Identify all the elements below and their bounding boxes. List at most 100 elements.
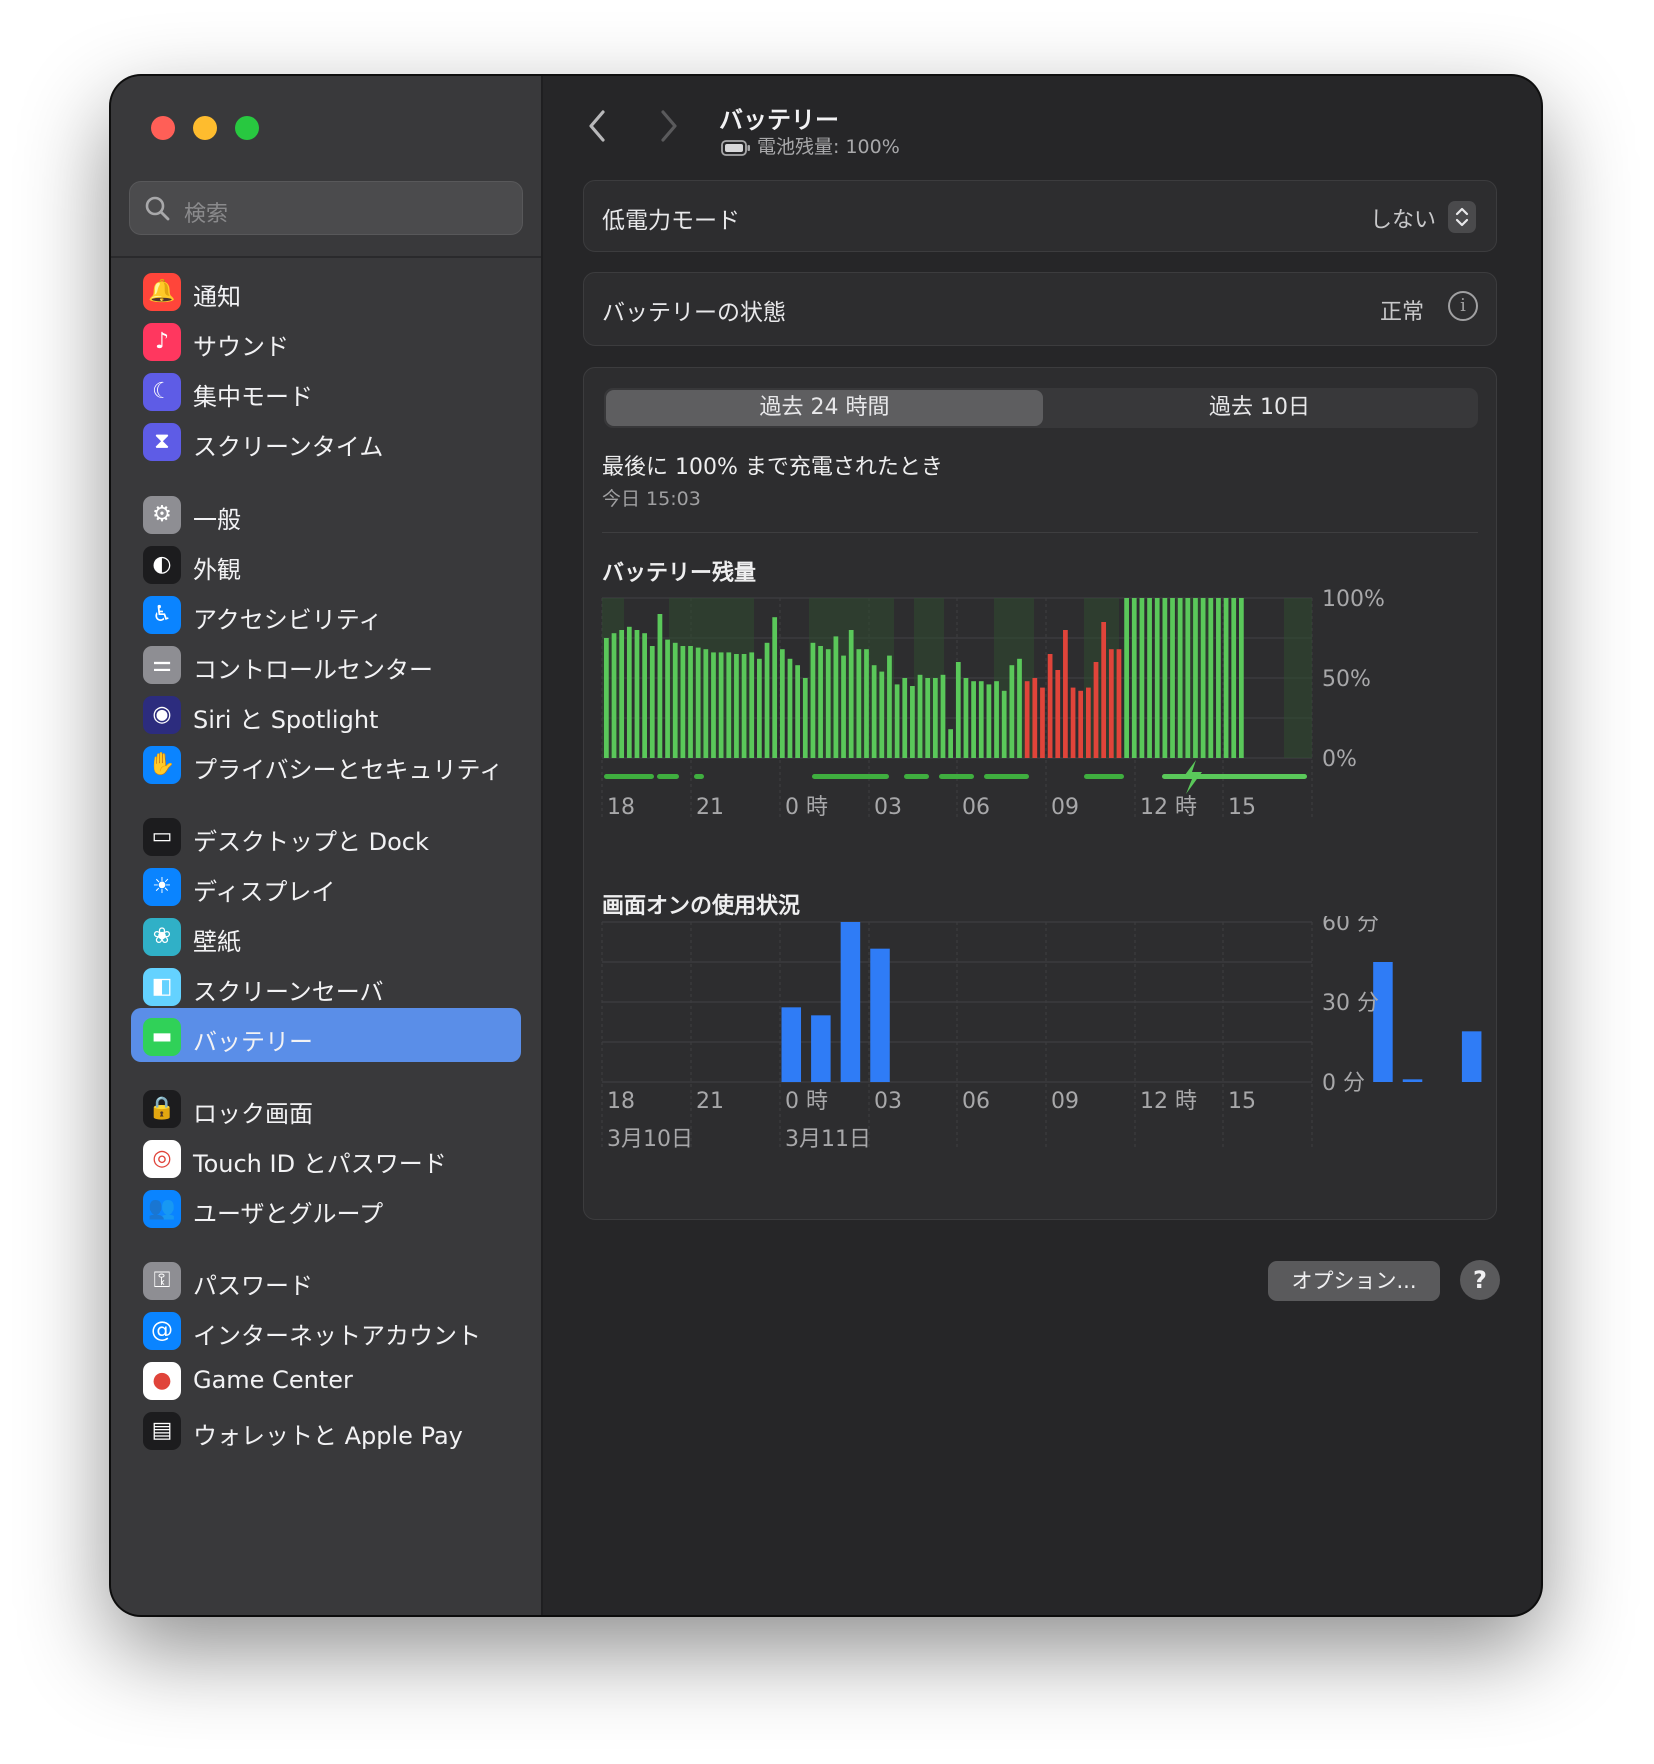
sidebar-item[interactable]: ▭ デスクトップと Dock xyxy=(131,808,521,862)
charging-indicator xyxy=(1084,774,1124,779)
sidebar-item[interactable]: ⚙ 一般 xyxy=(131,486,521,540)
battery-bar xyxy=(1032,678,1038,758)
sidebar-item[interactable]: @ インターネットアカウント xyxy=(131,1302,521,1356)
low-power-popup-button[interactable] xyxy=(1448,201,1476,233)
x-tick-label: 0 時 xyxy=(785,1089,828,1114)
sidebar-item[interactable]: ⚿ パスワード xyxy=(131,1252,521,1306)
battery-bar xyxy=(741,654,747,758)
sidebar-item[interactable]: ▬ バッテリー xyxy=(131,1008,521,1062)
minimize-button[interactable] xyxy=(193,116,217,140)
sidebar-item[interactable]: ◉ Siri と Spotlight xyxy=(131,686,521,740)
battery-bar xyxy=(940,674,946,758)
sidebar-item[interactable]: ☀ ディスプレイ xyxy=(131,858,521,912)
sidebar-item-label: 壁紙 xyxy=(193,928,241,956)
sidebar-item[interactable]: ❀ 壁紙 xyxy=(131,908,521,962)
zoom-button[interactable] xyxy=(235,116,259,140)
back-button[interactable] xyxy=(581,106,615,146)
usage-bar xyxy=(781,1007,802,1082)
battery-level-chart-title: バッテリー残量 xyxy=(602,561,757,586)
usage-bar xyxy=(840,922,861,1082)
sidebar-item-label: サウンド xyxy=(193,333,289,361)
sidebar-item[interactable]: ♪ サウンド xyxy=(131,313,521,367)
battery-bar xyxy=(948,729,954,758)
period-segmented-control: 過去 24 時間 過去 10日 xyxy=(604,388,1478,428)
battery-bar xyxy=(833,636,839,758)
battery-bar xyxy=(1193,598,1198,758)
settings-window: 検索 🔔 通知 ♪ サウンド ☾ 集中モード ⧗ スクリーンタイム ⚙ 一般 ◐ 外観 ♿ アクセシビリテ… xyxy=(111,76,1541,1615)
sidebar-item[interactable]: 👥 ユーザとグループ xyxy=(131,1180,521,1234)
charging-indicator xyxy=(604,774,654,779)
y-tick-label: 0% xyxy=(1322,747,1357,772)
bell-icon: 🔔 xyxy=(143,273,181,311)
battery-bar xyxy=(772,617,778,758)
info-icon[interactable]: i xyxy=(1448,291,1478,321)
battery-bar xyxy=(955,662,961,758)
x-tick-label: 06 xyxy=(962,1089,990,1114)
usage-bar xyxy=(870,948,890,1082)
battery-bar xyxy=(1055,670,1061,758)
sidebar-item[interactable]: ✋ プライバシーとセキュリティ xyxy=(131,736,521,790)
page-title: バッテリー xyxy=(719,106,839,134)
forward-button[interactable] xyxy=(651,106,685,146)
sidebar-item[interactable]: ♿ アクセシビリティ xyxy=(131,586,521,640)
battery-bar xyxy=(779,649,785,758)
sidebar-item-label: ウォレットと Apple Pay xyxy=(193,1422,463,1450)
battery-bar xyxy=(1239,598,1244,758)
battery-health-label: バッテリーの状態 xyxy=(602,300,786,326)
low-power-mode-row: 低電力モード しない xyxy=(583,180,1497,252)
battery-bar xyxy=(757,658,762,758)
at-icon: @ xyxy=(143,1312,181,1350)
battery-bar xyxy=(825,649,831,758)
battery-bar xyxy=(604,638,609,758)
close-button[interactable] xyxy=(151,116,175,140)
y-tick-label: 30 分 xyxy=(1322,991,1379,1016)
battery-bar xyxy=(1108,649,1114,758)
sidebar-item[interactable]: ⧗ スクリーンタイム xyxy=(131,413,521,467)
battery-bar xyxy=(1001,690,1007,758)
sidebar-item[interactable]: ☾ 集中モード xyxy=(131,363,521,417)
battery-bar xyxy=(611,633,617,758)
options-button[interactable]: オプション... xyxy=(1268,1261,1440,1301)
key-icon: ⚿ xyxy=(143,1262,181,1300)
battery-bar xyxy=(1185,598,1191,758)
siri-icon: ◉ xyxy=(143,696,181,734)
sidebar-item[interactable]: ● Game Center xyxy=(131,1352,521,1406)
search-field[interactable]: 検索 xyxy=(129,181,523,235)
sidebar-item[interactable]: ⚌ コントロールセンター xyxy=(131,636,521,690)
sidebar-item[interactable]: 🔔 通知 xyxy=(131,263,521,317)
sidebar: 検索 🔔 通知 ♪ サウンド ☾ 集中モード ⧗ スクリーンタイム ⚙ 一般 ◐ 外観 ♿ アクセシビリテ… xyxy=(111,76,543,1615)
x-tick-label: 21 xyxy=(696,1089,724,1114)
tab-last-10-days[interactable]: 過去 10日 xyxy=(1041,388,1478,428)
usage-bar xyxy=(811,1015,831,1082)
charging-indicator xyxy=(939,774,974,779)
hand-icon: ✋ xyxy=(143,746,181,784)
sidebar-item[interactable]: ▤ ウォレットと Apple Pay xyxy=(131,1402,521,1456)
chevron-updown-icon xyxy=(1455,207,1469,227)
x-tick-label: 15 xyxy=(1228,1089,1256,1114)
x-tick-label: 15 xyxy=(1228,795,1256,820)
battery-bar xyxy=(665,639,670,758)
sidebar-item[interactable]: ◎ Touch ID とパスワード xyxy=(131,1130,521,1184)
battery-bar xyxy=(1116,649,1122,758)
help-button[interactable]: ? xyxy=(1460,1260,1500,1300)
sidebar-item-label: Game Center xyxy=(193,1366,353,1394)
charging-indicator xyxy=(984,774,1029,779)
x-tick-label: 09 xyxy=(1051,1089,1079,1114)
sidebar-item-label: コントロールセンター xyxy=(193,656,433,684)
battery-bar xyxy=(657,614,663,758)
battery-bar xyxy=(619,630,625,758)
battery-bar xyxy=(1177,598,1183,758)
sidebar-item[interactable]: 🔒 ロック画面 xyxy=(131,1080,521,1134)
sidebar-item[interactable]: ◧ スクリーンセーバ xyxy=(131,958,521,1012)
low-power-value[interactable]: しない xyxy=(1370,202,1436,234)
x-tick-label: 18 xyxy=(607,795,635,820)
sidebar-item[interactable]: ◐ 外観 xyxy=(131,536,521,590)
battery-bar xyxy=(1147,598,1152,758)
battery-bar xyxy=(787,658,793,758)
date-label: 3月11日 xyxy=(785,1127,871,1152)
battery-bar xyxy=(1162,598,1168,758)
x-tick-label: 12 時 xyxy=(1140,795,1197,820)
x-tick-label: 18 xyxy=(607,1089,635,1114)
tab-last-24-hours[interactable]: 過去 24 時間 xyxy=(606,390,1043,426)
dock-icon: ▭ xyxy=(143,818,181,856)
